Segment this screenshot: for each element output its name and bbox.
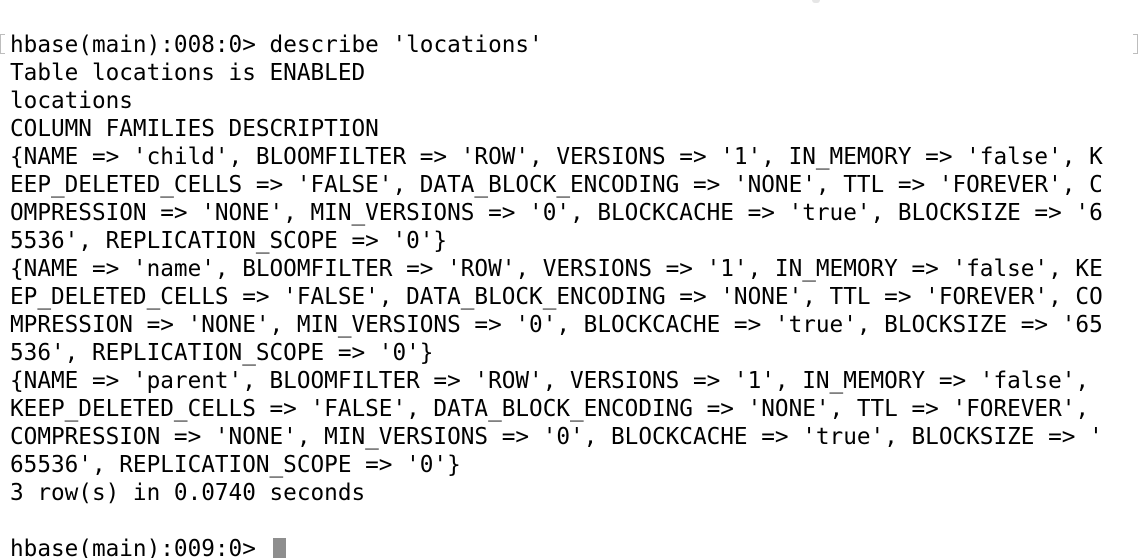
window-top-edge [0,0,1140,6]
output-line: COMPRESSION => 'NONE', MIN_VERSIONS => '… [10,424,1103,450]
output-line: MPRESSION => 'NONE', MIN_VERSIONS => '0'… [10,312,1103,338]
output-line: EEP_DELETED_CELLS => 'FALSE', DATA_BLOCK… [10,172,1103,198]
output-line: EP_DELETED_CELLS => 'FALSE', DATA_BLOCK_… [10,284,1103,310]
top-edge-mark [812,0,820,3]
output-line: {NAME => 'parent', BLOOMFILTER => 'ROW',… [10,368,1090,394]
output-line: COLUMN FAMILIES DESCRIPTION [10,116,379,142]
output-line: locations [10,88,133,114]
output-line: 5536', REPLICATION_SCOPE => '0'} [10,228,448,254]
output-line: 3 row(s) in 0.0740 seconds [10,480,366,506]
output-line: {NAME => 'name', BLOOMFILTER => 'ROW', V… [10,256,1103,282]
output-line: OMPRESSION => 'NONE', MIN_VERSIONS => '0… [10,200,1103,226]
output-line: {NAME => 'child', BLOOMFILTER => 'ROW', … [10,144,1103,170]
output-line: KEEP_DELETED_CELLS => 'FALSE', DATA_BLOC… [10,396,1090,422]
terminal-output[interactable]: hbase(main):008:0> describe 'locations' … [10,31,1103,558]
output-line: Table locations is ENABLED [10,60,366,86]
terminal-window[interactable]: hbase(main):008:0> describe 'locations' … [0,0,1140,558]
entered-command: describe 'locations' [269,32,543,58]
text-cursor[interactable] [272,538,286,558]
command-mark-left [0,34,5,54]
shell-prompt: hbase(main):008:0> [10,32,270,58]
output-line: 65536', REPLICATION_SCOPE => '0'} [10,452,461,478]
command-mark-right [1133,34,1138,54]
active-prompt-line[interactable]: hbase(main):009:0> [10,535,1103,558]
output-line: 536', REPLICATION_SCOPE => '0'} [10,340,434,366]
command-line: hbase(main):008:0> describe 'locations' [10,31,1103,59]
shell-prompt: hbase(main):009:0> [10,536,270,558]
